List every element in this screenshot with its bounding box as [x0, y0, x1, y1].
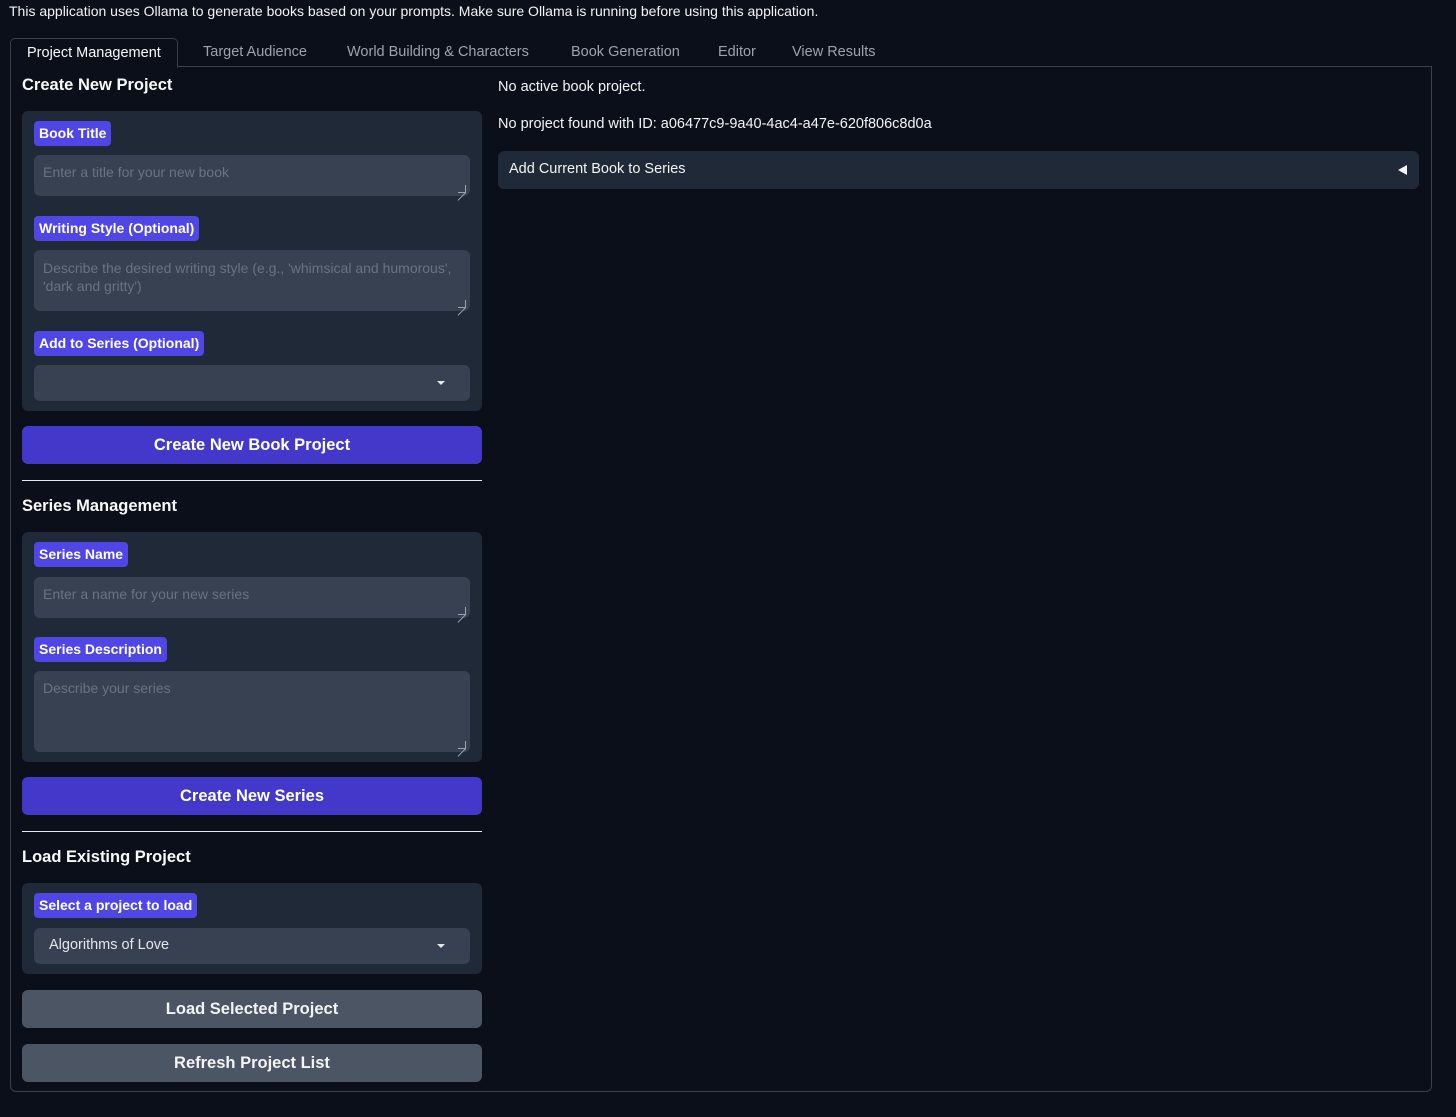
- tab-editor[interactable]: Editor: [702, 38, 772, 67]
- load-project-heading: Load Existing Project: [22, 848, 191, 866]
- create-series-button[interactable]: Create New Series: [22, 777, 482, 815]
- accordion-label: Add Current Book to Series: [509, 161, 686, 177]
- tab-book-generation[interactable]: Book Generation: [555, 38, 696, 67]
- tab-target-audience[interactable]: Target Audience: [187, 38, 323, 67]
- section-divider: [22, 831, 482, 832]
- writing-style-input[interactable]: [34, 250, 470, 311]
- section-divider: [22, 480, 482, 481]
- book-title-input[interactable]: [34, 155, 470, 196]
- tab-project-management[interactable]: Project Management: [10, 38, 178, 68]
- tab-bar: Project Management Target Audience World…: [10, 38, 1432, 68]
- tab-world-building-characters[interactable]: World Building & Characters: [331, 38, 545, 67]
- series-description-input[interactable]: [34, 671, 470, 752]
- chevron-down-icon: [437, 381, 445, 385]
- book-title-label: Book Title: [34, 121, 112, 146]
- series-management-group: Series Name Series Description: [22, 532, 482, 762]
- project-select-dropdown[interactable]: Algorithms of Love: [34, 928, 470, 964]
- series-description-wrapper: [22, 671, 482, 752]
- load-selected-project-button[interactable]: Load Selected Project: [22, 990, 482, 1028]
- project-select-value: Algorithms of Love: [49, 937, 170, 953]
- series-management-heading: Series Management: [22, 497, 177, 515]
- chevron-down-icon: [437, 944, 445, 948]
- refresh-project-list-button[interactable]: Refresh Project List: [22, 1044, 482, 1082]
- writing-style-label: Writing Style (Optional): [34, 216, 200, 241]
- project-not-found-message: No project found with ID: a06477c9-9a40-…: [498, 116, 932, 132]
- series-select-dropdown[interactable]: [34, 365, 470, 401]
- tab-view-results[interactable]: View Results: [776, 38, 892, 67]
- create-book-project-button[interactable]: Create New Book Project: [22, 426, 482, 464]
- select-project-label: Select a project to load: [34, 893, 198, 918]
- series-name-input[interactable]: [34, 577, 470, 618]
- create-project-heading: Create New Project: [22, 76, 173, 94]
- series-description-label: Series Description: [34, 637, 167, 662]
- series-name-label: Series Name: [34, 542, 129, 567]
- series-name-wrapper: [22, 577, 482, 618]
- ollama-notice: This application uses Ollama to generate…: [9, 3, 819, 19]
- create-project-group: Book Title Writing Style (Optional) Add …: [22, 111, 482, 411]
- add-to-series-label: Add to Series (Optional): [34, 331, 205, 356]
- writing-style-wrapper: [22, 250, 482, 311]
- book-title-wrapper: [22, 155, 482, 196]
- caret-left-icon: [1398, 165, 1407, 175]
- add-book-to-series-accordion[interactable]: Add Current Book to Series: [498, 151, 1419, 189]
- active-book-status: No active book project.: [498, 79, 646, 95]
- load-project-group: Select a project to load Algorithms of L…: [22, 883, 482, 974]
